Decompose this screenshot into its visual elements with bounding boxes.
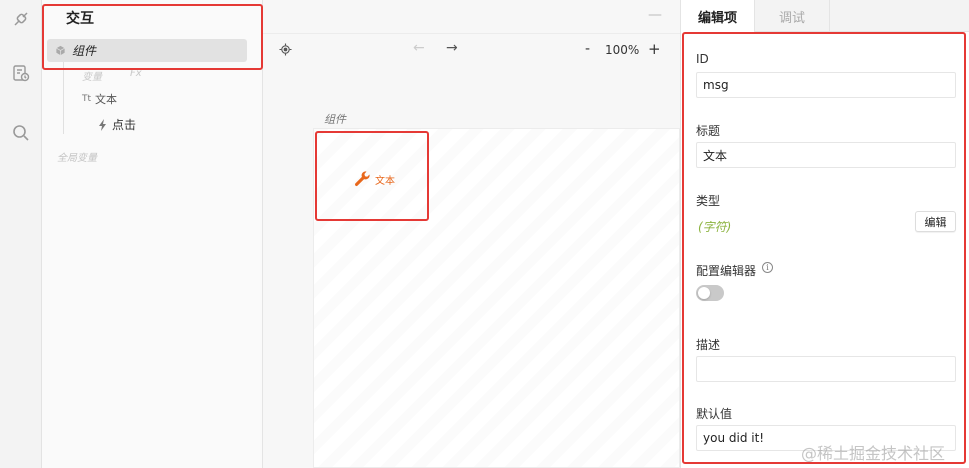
interaction-panel: 交互 组件 变量 Fx Tt 文本 点击 全局变量: [42, 0, 263, 468]
canvas-area: — ← → - 100% + 组件 文本: [263, 0, 680, 468]
undo-arrow-icon[interactable]: ←: [413, 40, 425, 56]
click-event-item[interactable]: 点击: [98, 116, 136, 133]
zoom-out-button[interactable]: -: [585, 41, 590, 57]
zoom-in-button[interactable]: +: [648, 40, 661, 58]
frame-label: 组件: [324, 113, 346, 126]
redo-arrow-icon[interactable]: →: [446, 40, 458, 56]
tab-edit[interactable]: 编辑项: [681, 0, 755, 32]
highlight-widget-box: [315, 131, 429, 221]
highlight-outline-box: [42, 4, 263, 70]
search-icon[interactable]: [10, 122, 32, 144]
tree-line: [63, 62, 64, 134]
canvas-header: —: [263, 0, 680, 34]
global-variables-label[interactable]: 全局变量: [57, 149, 97, 164]
canvas-toolbar: ← → - 100% +: [263, 38, 680, 64]
tab-bar: 编辑项 调试: [681, 0, 969, 32]
highlight-props-box: [682, 32, 966, 464]
zoom-level: 100%: [605, 43, 640, 57]
locate-icon[interactable]: [279, 43, 292, 59]
lightning-icon: [99, 118, 106, 131]
click-event-label: 点击: [112, 118, 137, 132]
tab-debug[interactable]: 调试: [755, 0, 830, 32]
schedule-doc-icon[interactable]: [10, 62, 32, 84]
icon-rail: [0, 0, 42, 468]
plugin-icon[interactable]: [10, 8, 32, 30]
variable-label[interactable]: 变量: [82, 68, 102, 83]
text-type-icon: Tt: [82, 94, 92, 104]
text-item[interactable]: Tt 文本: [82, 91, 117, 107]
collapse-icon[interactable]: —: [648, 7, 662, 23]
watermark: @稀土掘金技术社区: [801, 444, 946, 463]
text-item-label: 文本: [95, 93, 118, 106]
